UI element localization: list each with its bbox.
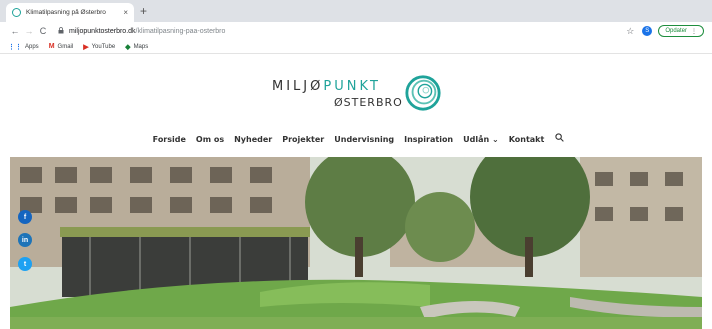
nav-item-inspiration[interactable]: Inspiration [404,135,453,144]
logo-word-punkt: PUNKT [323,79,381,94]
hero-photo [10,157,702,329]
gmail-icon: M [48,43,55,50]
hero-image: f in t [10,157,702,329]
nav-item-projekter[interactable]: Projekter [282,135,324,144]
bookmark-youtube[interactable]: ▶ YouTube [83,43,115,51]
site-favicon-icon [12,8,21,17]
maps-icon: ◆ [125,43,131,51]
search-icon[interactable] [555,133,565,145]
bookmark-label: Apps [25,43,39,50]
profile-avatar[interactable]: S [642,26,653,36]
site-main-nav: Forside Om os Nyheder Projekter Undervis… [0,133,712,145]
bookmark-label: YouTube [91,43,116,50]
bookmark-label: Gmail [57,43,74,50]
address-bar[interactable]: miljopunktosterbro.dk /klimatilpasning-p… [58,24,626,38]
youtube-icon: ▶ [83,43,89,51]
update-button[interactable]: Opdater ⋮ [658,25,704,37]
apps-grid-icon: ⋮⋮ [8,43,22,51]
bookmarks-bar: ⋮⋮ Apps M Gmail ▶ YouTube ◆ Maps [0,40,712,54]
logo-word-miljo: MILJØ [272,79,324,94]
nav-item-kontakt[interactable]: Kontakt [509,135,545,144]
browser-window: Klimatilpasning på Østerbro × + ← → C mi… [0,0,712,329]
bookmark-star-icon[interactable]: ☆ [626,26,634,37]
tab-title: Klimatilpasning på Østerbro [26,9,106,16]
logo-line1: MILJØPUNKT [272,79,381,94]
close-tab-icon[interactable]: × [123,8,128,17]
tab-strip: Klimatilpasning på Østerbro × + [0,0,712,22]
twitter-share-button[interactable]: t [18,257,32,271]
nav-item-om-os[interactable]: Om os [196,135,224,144]
nav-item-undervisning[interactable]: Undervisning [334,135,394,144]
site-logo[interactable]: MILJØPUNKT ØSTERBRO [272,74,444,118]
lock-icon [58,26,64,36]
menu-dots-icon: ⋮ [691,28,697,35]
url-host: miljopunktosterbro.dk [69,27,136,35]
back-button[interactable]: ← [8,22,22,40]
facebook-share-button[interactable]: f [18,210,32,224]
nav-item-nyheder[interactable]: Nyheder [234,135,272,144]
reload-button[interactable]: C [36,22,50,40]
bookmark-apps[interactable]: ⋮⋮ Apps [8,43,39,51]
browser-tab[interactable]: Klimatilpasning på Østerbro × [6,3,134,22]
logo-swirl-icon [405,75,441,111]
nav-item-udlan[interactable]: Udlån ⌄ [463,135,499,144]
browser-toolbar: ← → C miljopunktosterbro.dk /klimatilpas… [0,22,712,40]
logo-line2: ØSTERBRO [334,96,403,109]
new-tab-button[interactable]: + [140,4,147,18]
bookmark-gmail[interactable]: M Gmail [49,43,74,50]
update-label: Opdater [665,28,687,34]
linkedin-share-button[interactable]: in [18,233,32,247]
website-page: MILJØPUNKT ØSTERBRO Forside Om os Nyhede… [0,54,712,329]
bookmark-maps[interactable]: ◆ Maps [125,43,148,51]
url-path: /klimatilpasning-paa-osterbro [135,27,226,35]
bookmark-label: Maps [133,43,149,50]
nav-item-forside[interactable]: Forside [153,135,186,144]
forward-button[interactable]: → [22,22,36,40]
